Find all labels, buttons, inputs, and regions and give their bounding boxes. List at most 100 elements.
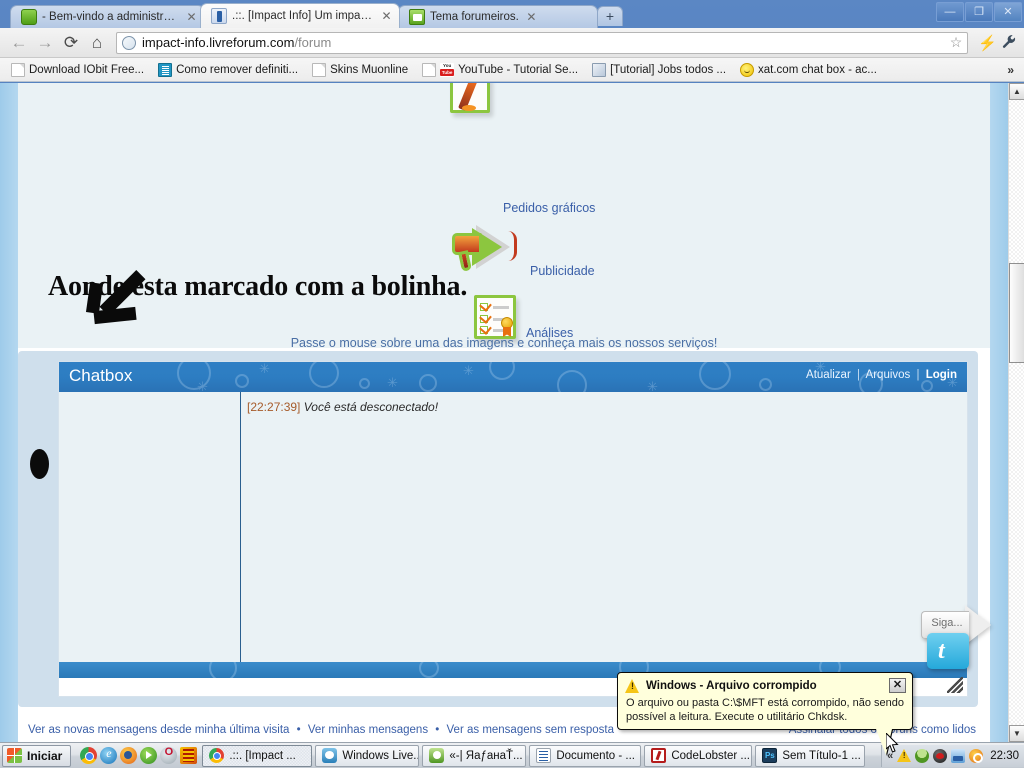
chatbox-shell: ✳ ✳ ✳ ✳ ✳ ✳ ✳ Chatbox Atualizar | Arquiv… xyxy=(18,351,978,707)
green-speech-bubble-icon xyxy=(21,9,37,25)
paper-and-pencil-icon[interactable] xyxy=(442,83,506,129)
word-icon xyxy=(536,748,552,763)
back-icon[interactable]: ← xyxy=(6,31,32,55)
bookmark-label: Como remover definiti... xyxy=(176,63,299,76)
start-button-label: Iniciar xyxy=(27,748,63,763)
bookmark-item[interactable]: YouTube - Tutorial Se... xyxy=(415,62,585,77)
tab-title: Tema forumeiros. xyxy=(430,11,519,23)
bookmarks-overflow-button[interactable]: » xyxy=(1007,63,1020,77)
page-icon xyxy=(11,62,25,77)
forward-icon[interactable]: → xyxy=(32,31,58,55)
windows-notification-balloon: Windows - Arquivo corrompido ✕ O arquivo… xyxy=(617,672,913,755)
bookmark-item[interactable]: Como remover definiti... xyxy=(151,62,305,77)
close-icon[interactable]: ✕ xyxy=(525,11,538,24)
maximize-button[interactable]: ❐ xyxy=(965,2,993,22)
taskbar-window-photoshop[interactable]: Sem Título-1 ... xyxy=(755,744,866,767)
bookmark-item[interactable]: Skins Muonline xyxy=(305,62,415,77)
chatbox-login-link[interactable]: Login xyxy=(926,369,957,381)
bookmark-item[interactable]: Download IObit Free... xyxy=(4,62,151,77)
user-icon[interactable] xyxy=(915,748,930,763)
taskbar-window-label: Windows Live... xyxy=(342,749,420,762)
new-tab-button[interactable]: + xyxy=(597,6,623,26)
bookmark-item[interactable]: [Tutorial] Jobs todos ... xyxy=(585,62,733,77)
chatbox-header: ✳ ✳ ✳ ✳ ✳ ✳ ✳ Chatbox Atualizar | Arquiv… xyxy=(59,362,967,392)
antivirus-icon[interactable] xyxy=(933,748,948,763)
scrollbar-thumb[interactable] xyxy=(1009,263,1024,363)
media-player-icon[interactable] xyxy=(140,747,158,764)
bookmarks-bar: Download IObit Free... Como remover defi… xyxy=(0,58,1024,82)
windows-taskbar: Iniciar .::. [Impact ... Windows Live...… xyxy=(0,742,1024,768)
chatbox-user-list[interactable] xyxy=(59,392,241,662)
chatbox-message-row: [22:27:39] Você está desconectado! xyxy=(247,399,967,415)
bookmark-star-icon[interactable]: ☆ xyxy=(950,34,963,51)
taskbar-window-label: «-| ЯaƒaнaŤ... xyxy=(449,749,523,762)
chatbox-title: Chatbox xyxy=(69,366,133,385)
smiley-icon xyxy=(740,62,755,77)
window-controls: — ❐ ✕ xyxy=(936,2,1022,22)
youtube-icon xyxy=(440,62,455,77)
orange-app-icon[interactable] xyxy=(969,748,984,763)
scroll-up-arrow-icon[interactable]: ▲ xyxy=(1009,83,1024,100)
megaphone-icon[interactable] xyxy=(450,221,522,277)
bookmark-item[interactable]: xat.com chat box - ac... xyxy=(733,62,884,77)
close-icon[interactable]: ✕ xyxy=(185,11,198,24)
tab-strip: - Bem-vindo a administraçã... ✕ .::. [Im… xyxy=(0,0,1024,28)
red-app-icon[interactable] xyxy=(180,747,198,764)
taskbar-window-codelobster[interactable]: CodeLobster ... xyxy=(644,744,753,767)
home-icon[interactable]: ⌂ xyxy=(84,31,110,55)
page-info-icon xyxy=(122,35,136,50)
book-icon xyxy=(592,62,607,77)
chrome-icon[interactable] xyxy=(80,747,98,764)
services-panel: Pedidos gráficos Publicidade Análises Pa… xyxy=(18,83,990,350)
service-link-pedidos[interactable]: Pedidos gráficos xyxy=(503,201,595,215)
footer-link-my-messages[interactable]: Ver minhas mensagens xyxy=(308,724,428,736)
chatbox-archives-link[interactable]: Arquivos xyxy=(866,369,911,381)
ie-icon[interactable] xyxy=(100,746,118,764)
bookmark-label: Download IObit Free... xyxy=(29,63,145,76)
lightning-extension-icon[interactable]: ⚡ xyxy=(978,34,997,52)
teal-article-icon xyxy=(158,62,173,77)
scroll-down-arrow-icon[interactable]: ▼ xyxy=(1009,725,1024,742)
opera-icon[interactable] xyxy=(160,746,178,764)
taskbar-window-chrome[interactable]: .::. [Impact ... xyxy=(202,744,313,767)
chatbox-resize-handle[interactable] xyxy=(947,677,963,693)
close-icon[interactable]: ✕ xyxy=(380,10,393,23)
service-label: Publicidade xyxy=(530,264,595,278)
bookmark-label: [Tutorial] Jobs todos ... xyxy=(610,63,727,76)
separator: | xyxy=(916,369,920,381)
wrench-menu-icon[interactable] xyxy=(1001,34,1016,52)
browser-tab-1[interactable]: .::. [Impact Info] Um impac... ✕ xyxy=(200,3,400,28)
clock[interactable]: 22:30 xyxy=(990,750,1019,762)
reload-icon[interactable]: ⟳ xyxy=(58,31,84,55)
browser-tab-2[interactable]: Tema forumeiros. ✕ xyxy=(398,5,598,28)
network-icon[interactable] xyxy=(951,748,966,763)
page-scrollbar[interactable]: ▲ ▼ xyxy=(1008,83,1024,742)
address-bar[interactable]: impact-info.livreforum.com /forum ☆ xyxy=(116,31,969,54)
annotation-circle-marker xyxy=(30,449,49,479)
twitter-follow-widget[interactable]: Siga... t xyxy=(921,603,1008,675)
msn-icon xyxy=(322,748,338,763)
notification-close-button[interactable]: ✕ xyxy=(889,678,906,693)
footer-link-new-messages[interactable]: Ver as novas mensagens desde minha últim… xyxy=(28,724,289,736)
service-label: Pedidos gráficos xyxy=(503,201,596,215)
close-window-button[interactable]: ✕ xyxy=(994,2,1022,22)
chatbox-message-list: [22:27:39] Você está desconectado! xyxy=(241,392,967,662)
chatbox-refresh-link[interactable]: Atualizar xyxy=(806,369,851,381)
firefox-icon[interactable] xyxy=(120,747,138,764)
page-icon xyxy=(312,62,327,77)
browser-tab-0[interactable]: - Bem-vindo a administraçã... ✕ xyxy=(10,5,205,28)
start-button[interactable]: Iniciar xyxy=(2,744,72,767)
taskbar-window-contact[interactable]: «-| ЯaƒaнaŤ... xyxy=(422,744,527,767)
minimize-button[interactable]: — xyxy=(936,2,964,22)
taskbar-window-documento[interactable]: Documento - ... xyxy=(529,744,642,767)
service-link-publicidade[interactable]: Publicidade xyxy=(530,264,595,278)
separator: • xyxy=(435,723,440,736)
taskbar-window-label: CodeLobster ... xyxy=(671,749,750,762)
bookmark-label: Skins Muonline xyxy=(330,63,409,76)
twitter-icon[interactable]: t xyxy=(927,633,969,669)
twitter-bird-glyph: t xyxy=(938,638,945,664)
taskbar-window-windows-live[interactable]: Windows Live... xyxy=(315,744,420,767)
taskbar-window-label: Sem Título-1 ... xyxy=(782,749,861,762)
footer-link-unanswered[interactable]: Ver as mensagens sem resposta xyxy=(447,724,614,736)
msn-contact-icon xyxy=(429,748,445,763)
